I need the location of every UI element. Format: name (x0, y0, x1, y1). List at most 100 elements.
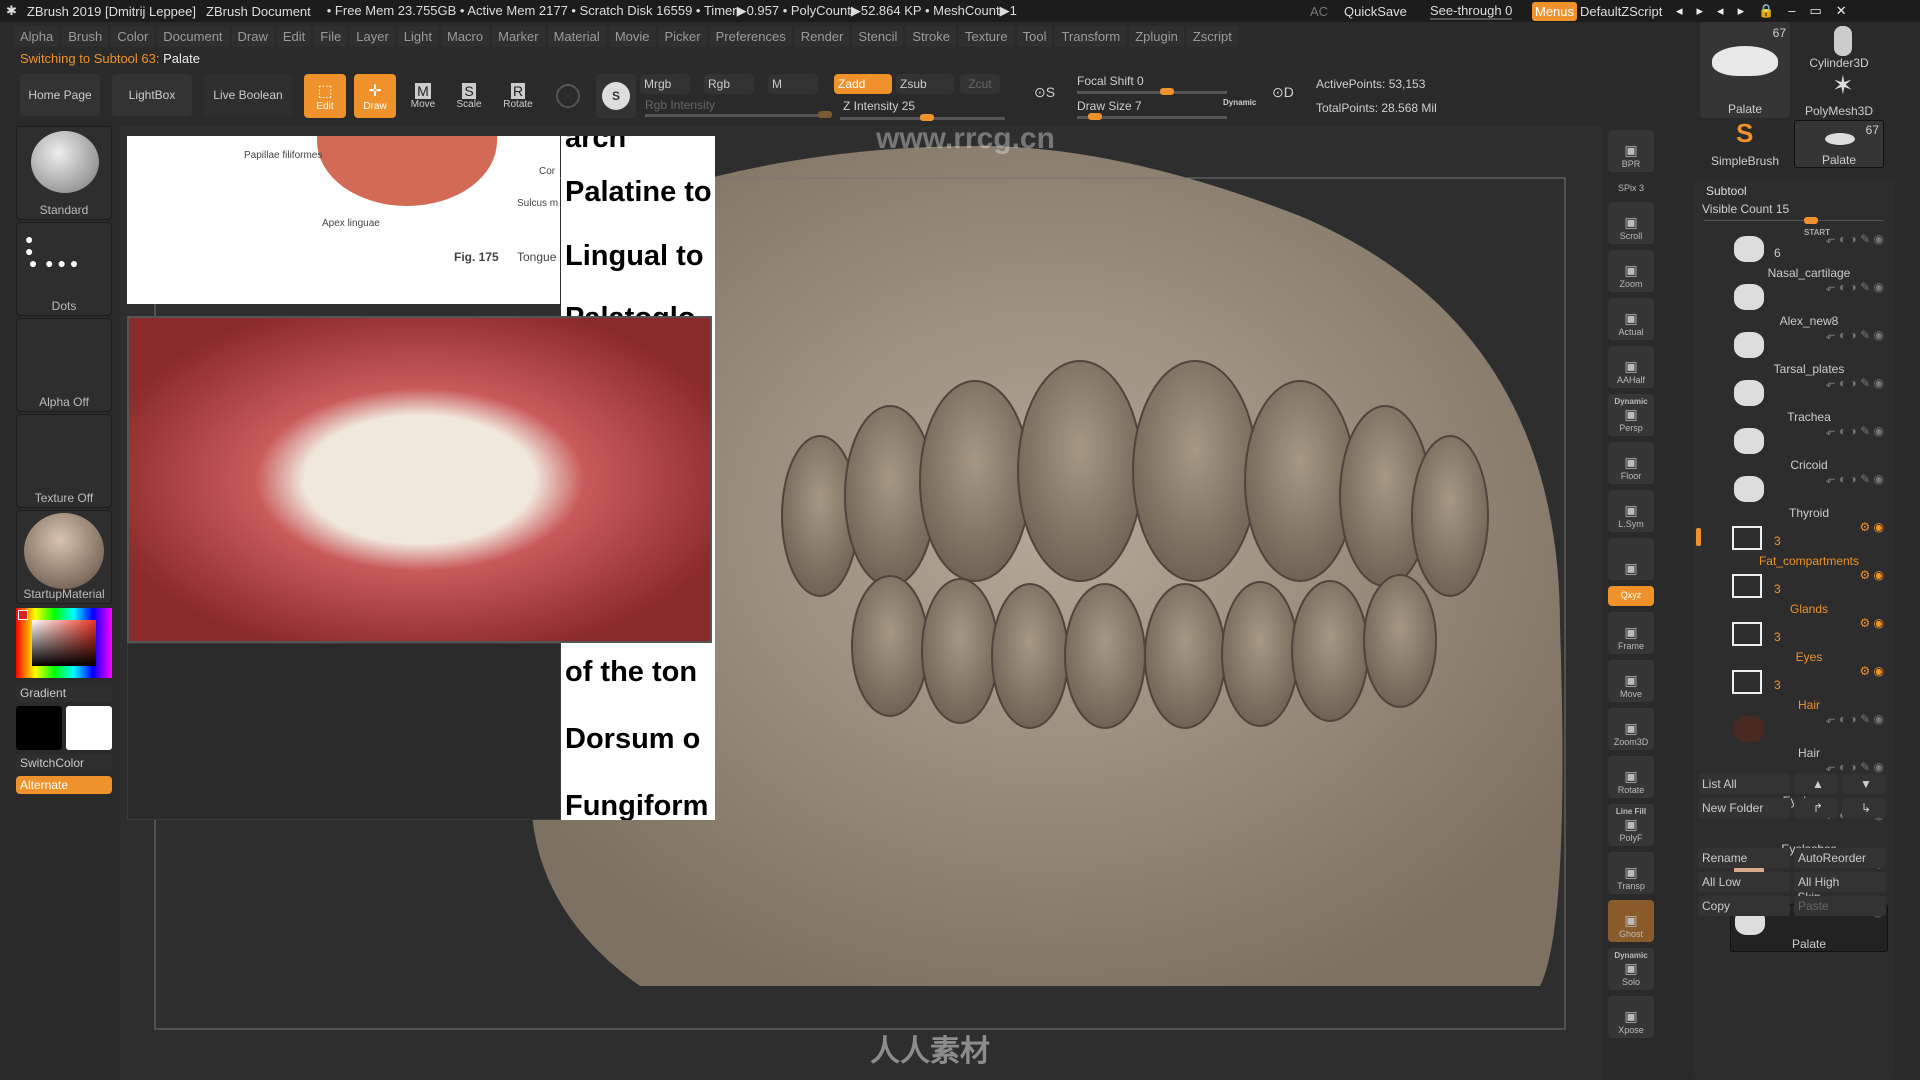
folder-settings-icon[interactable]: ⚙ ◉ (1859, 520, 1884, 534)
shelf-transp-button[interactable]: ▣ Transp (1608, 852, 1654, 894)
see-through-slider[interactable]: See-through 0 (1430, 3, 1513, 20)
zcut-button[interactable]: Zcut (960, 74, 1000, 94)
canvas-viewport[interactable]: Papillae filiformes Apex linguae Sulcus … (120, 122, 1602, 1080)
draw-button[interactable]: ✛ Draw (354, 74, 396, 118)
shelf-floor-button[interactable]: ▣ Floor (1608, 442, 1654, 484)
menu-stencil[interactable]: Stencil (852, 25, 904, 47)
rgb-intensity-knob[interactable] (818, 111, 832, 118)
list-all-button[interactable]: List All (1698, 774, 1790, 794)
subtool-scrollbar[interactable] (1696, 528, 1701, 546)
menu-light[interactable]: Light (397, 25, 438, 47)
subtool-folder[interactable]: 3 ⚙ ◉ Eyes (1730, 616, 1888, 664)
subtool-folder[interactable]: 3 ⚙ ◉ Fat_compartments (1730, 520, 1888, 568)
focal-shift-slider[interactable] (1077, 91, 1227, 94)
cylinder3d-tool[interactable]: Cylinder3D (1794, 22, 1884, 70)
focal-shift-knob[interactable] (1160, 88, 1174, 95)
default-zscript[interactable]: DefaultZScript (1580, 4, 1662, 19)
subtool-title[interactable]: Subtool (1706, 184, 1747, 198)
subtool-folder[interactable]: 3 ⚙ ◉ Glands (1730, 568, 1888, 616)
menus-button[interactable]: Menus (1532, 1, 1578, 21)
menu-macro[interactable]: Macro (440, 25, 490, 47)
subtool-item[interactable]: ⬐ ◐ ◑ ✎ ◉ Cricoid (1730, 424, 1888, 472)
folder-settings-icon[interactable]: ⚙ ◉ (1859, 616, 1884, 630)
home-page-button[interactable]: Home Page (20, 74, 100, 116)
subtool-item[interactable]: ⬐ ◐ ◑ ✎ ◉ Trachea (1730, 376, 1888, 424)
shelf-polyf-button[interactable]: Line Fill ▣ PolyF (1608, 804, 1654, 846)
menu-zplugin[interactable]: Zplugin (1129, 25, 1184, 47)
alpha-selector[interactable]: Alpha Off (16, 318, 112, 412)
color-picker[interactable] (16, 608, 112, 678)
shelf-scroll-button[interactable]: ▣ Scroll (1608, 202, 1654, 244)
subtool-item[interactable]: ⬐ ◐ ◑ ✎ ◉ Hair (1730, 712, 1888, 760)
move-right-icon[interactable]: ↱ (1794, 798, 1838, 818)
shelf-zoom-button[interactable]: ▣ Zoom (1608, 250, 1654, 292)
visible-count-slider[interactable] (1704, 220, 1884, 221)
menu-zscript[interactable]: Zscript (1186, 25, 1238, 47)
shelf-rotate-button[interactable]: ▣ Rotate (1608, 756, 1654, 798)
subtool-item[interactable]: ⬐ ◐ ◑ ✎ ◉ Tarsal_plates (1730, 328, 1888, 376)
shelf-lsym-button[interactable]: ▣ L.Sym (1608, 490, 1654, 532)
all-low-button[interactable]: All Low (1698, 872, 1790, 892)
menu-transform[interactable]: Transform (1055, 25, 1127, 47)
scale-button[interactable]: S Scale (448, 74, 490, 118)
menu-marker[interactable]: Marker (492, 25, 545, 47)
shelf-solo-button[interactable]: Dynamic ▣ Solo (1608, 948, 1654, 990)
arrow-up-icon[interactable]: ▲ (1794, 774, 1838, 794)
gradient-button[interactable]: Gradient (16, 684, 112, 702)
subtool-item[interactable]: ⬐ ◐ ◑ ✎ ◉ Alex_new8 (1730, 280, 1888, 328)
dynamic-toggle[interactable]: Dynamic (1223, 98, 1256, 107)
m-button[interactable]: M (768, 74, 818, 94)
polyframe-icon[interactable] (556, 84, 580, 108)
shelf-persp-button[interactable]: Dynamic ▣ Persp (1608, 394, 1654, 436)
paste-button[interactable]: Paste (1794, 896, 1886, 916)
subtool-controls[interactable]: ⬐ ◐ ◑ ✎ ◉ (1826, 328, 1884, 342)
simplebrush-tool[interactable]: S SimpleBrush (1700, 118, 1790, 168)
rgb-button[interactable]: Rgb (704, 74, 754, 94)
subtool-controls[interactable]: ⬐ ◐ ◑ ✎ ◉ (1826, 424, 1884, 438)
menu-color[interactable]: Color (111, 25, 155, 47)
subtool-controls[interactable]: ⬐ ◐ ◑ ✎ ◉ (1826, 712, 1884, 726)
edit-button[interactable]: ⬚ Edit (304, 74, 346, 118)
primary-color-swatch[interactable] (66, 706, 112, 750)
menu-preferences[interactable]: Preferences (709, 25, 792, 47)
subtool-folder[interactable]: 3 ⚙ ◉ Hair (1730, 664, 1888, 712)
secondary-color-swatch[interactable] (16, 706, 62, 750)
stroke-selector[interactable]: ● ● ● ● ● ● Dots (16, 222, 112, 316)
mrgb-button[interactable]: Mrgb (640, 74, 690, 94)
focal-shift-icon[interactable]: ⊙S (1034, 84, 1055, 101)
menu-texture[interactable]: Texture (958, 25, 1014, 47)
rotate-button[interactable]: R Rotate (497, 74, 539, 118)
folder-settings-icon[interactable]: ⚙ ◉ (1859, 568, 1884, 582)
switch-color-button[interactable]: SwitchColor (16, 754, 112, 772)
dynamic-draw-icon[interactable]: ⊙D (1272, 84, 1294, 101)
menu-document[interactable]: Document (157, 25, 229, 47)
subtool-controls[interactable]: ⬐ ◐ ◑ ✎ ◉ (1826, 472, 1884, 486)
menu-material[interactable]: Material (547, 25, 606, 47)
menu-tool[interactable]: Tool (1016, 25, 1053, 47)
move-button[interactable]: M Move (402, 74, 444, 118)
new-folder-button[interactable]: New Folder (1698, 798, 1790, 818)
move-down-right-icon[interactable]: ↳ (1842, 798, 1886, 818)
subtool-controls[interactable]: ⬐ ◐ ◑ ✎ ◉ (1826, 376, 1884, 390)
material-selector[interactable]: StartupMaterial (16, 510, 112, 604)
window-controls[interactable]: ◂▸◂▸🔒–▭✕ (1676, 3, 1861, 19)
shelf-zoom3d-button[interactable]: ▣ Zoom3D (1608, 708, 1654, 750)
subtool-controls[interactable]: ⬐ ◐ ◑ ✎ ◉ (1826, 760, 1884, 774)
all-high-button[interactable]: All High (1794, 872, 1886, 892)
subtool-item[interactable]: ⬐ ◐ ◑ ✎ ◉ Thyroid (1730, 472, 1888, 520)
current-tool-thumb[interactable]: 67 Palate (1700, 22, 1790, 118)
subtool-controls[interactable]: ⬐ ◐ ◑ ✎ ◉ (1826, 232, 1884, 246)
draw-size-knob[interactable] (1088, 113, 1102, 120)
shelf-bpr-button[interactable]: ▣ BPR (1608, 130, 1654, 172)
live-boolean-button[interactable]: Live Boolean (204, 74, 292, 116)
shelf-actual-button[interactable]: ▣ Actual (1608, 298, 1654, 340)
lightbox-button[interactable]: LightBox (112, 74, 192, 116)
rename-button[interactable]: Rename (1698, 848, 1790, 868)
menu-picker[interactable]: Picker (658, 25, 707, 47)
shelf-qxyz-button[interactable]: Qxyz (1608, 586, 1654, 606)
zadd-button[interactable]: Zadd (834, 74, 892, 94)
brush-selector[interactable]: Standard (16, 126, 112, 220)
folder-settings-icon[interactable]: ⚙ ◉ (1859, 664, 1884, 678)
shelf-move-button[interactable]: ▣ Move (1608, 660, 1654, 702)
z-intensity-knob[interactable] (920, 114, 934, 121)
